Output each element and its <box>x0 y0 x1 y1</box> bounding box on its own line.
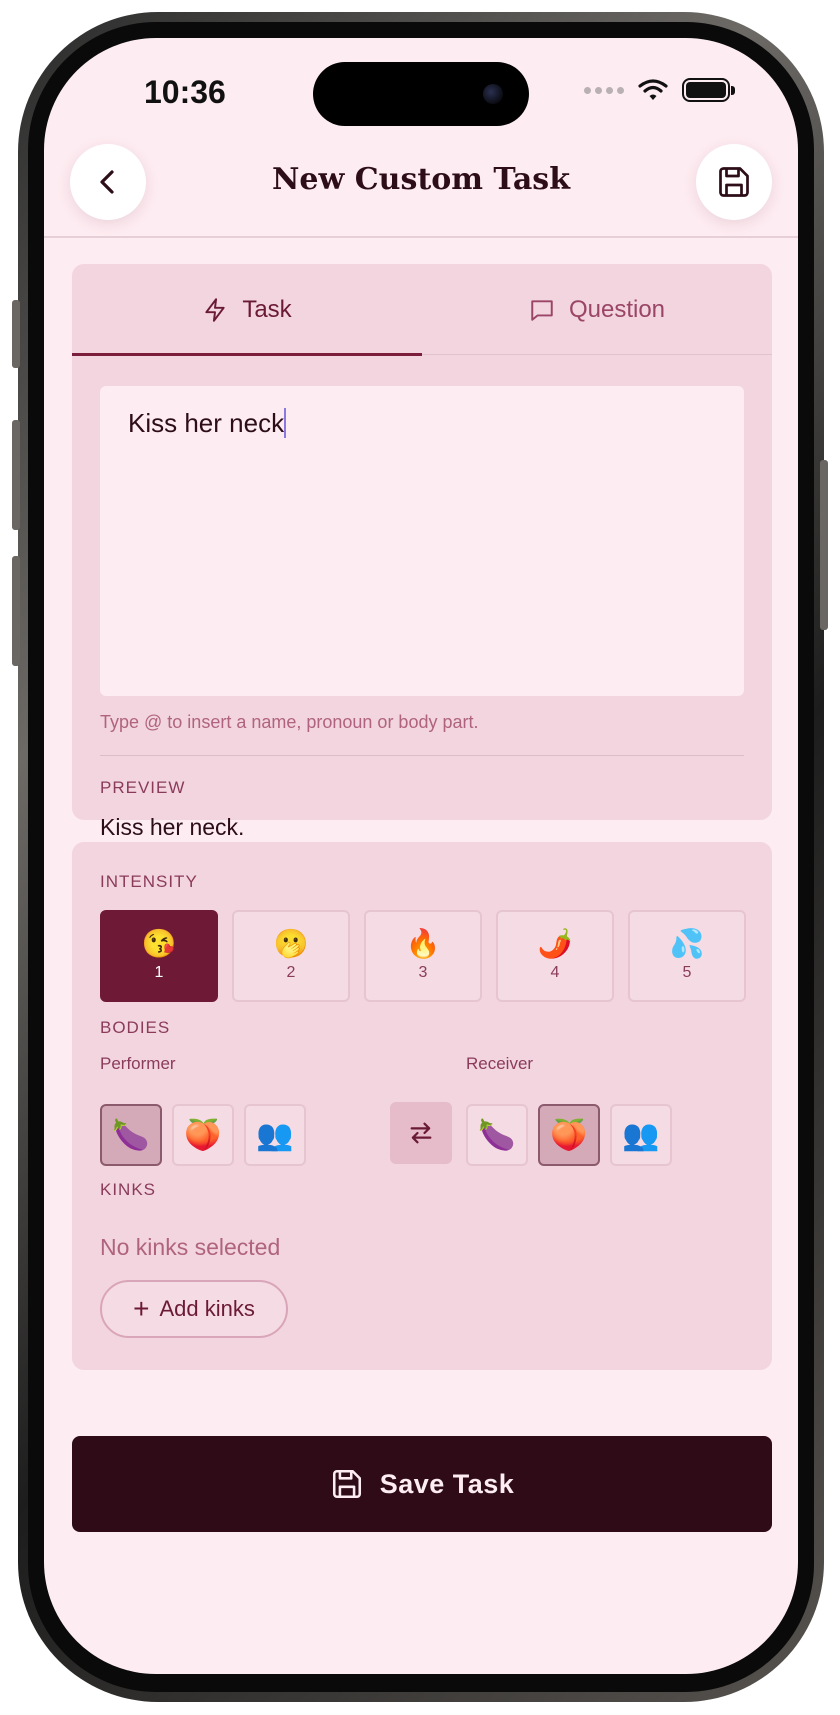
status-time: 10:36 <box>144 74 226 110</box>
hand-over-mouth-icon: 🫢 <box>273 928 309 959</box>
battery-icon <box>682 78 735 102</box>
tab-divider <box>422 354 772 355</box>
save-task-button[interactable]: Save Task <box>72 1436 772 1532</box>
receiver-option-any[interactable]: 👥 <box>610 1104 672 1166</box>
add-kinks-label: Add kinks <box>159 1296 255 1321</box>
intensity-option-4[interactable]: 🌶️ 4 <box>496 910 614 1002</box>
floppy-disk-icon <box>719 167 749 197</box>
save-task-label: Save Task <box>379 1468 515 1499</box>
volume-up-button <box>12 420 20 530</box>
action-button <box>12 300 20 368</box>
speech-bubble-icon <box>531 300 553 321</box>
receiver-options: 🍆 🍑 👥 <box>466 1104 672 1166</box>
intensity-number: 1 <box>154 964 164 981</box>
header-divider <box>44 236 798 238</box>
intensity-number: 5 <box>682 964 692 981</box>
intensity-option-1[interactable]: 😘 1 <box>100 910 218 1002</box>
intensity-label: INTENSITY <box>100 872 198 891</box>
intensity-option-5[interactable]: 💦 5 <box>628 910 746 1002</box>
intensity-selector: 😘 1 🫢 2 🔥 3 🌶️ 4 💦 5 <box>100 910 746 1002</box>
peach-icon: 🍑 <box>550 1118 588 1152</box>
wifi-icon <box>638 79 668 100</box>
kinks-empty-text: No kinks selected <box>100 1234 281 1260</box>
receiver-option-eggplant[interactable]: 🍆 <box>466 1104 528 1166</box>
fire-icon: 🔥 <box>405 928 441 959</box>
bodies-label: BODIES <box>100 1018 171 1037</box>
intensity-number: 2 <box>286 964 296 981</box>
kiss-face-icon: 😘 <box>141 928 177 959</box>
signal-icon <box>584 86 624 94</box>
active-tab-indicator <box>72 353 422 356</box>
text-cursor <box>284 408 287 438</box>
tab-question-label: Question <box>568 296 666 323</box>
intensity-number: 3 <box>418 964 428 981</box>
plus-icon: + <box>133 1293 150 1324</box>
task-settings-card: INTENSITY 😘 1 🫢 2 🔥 3 🌶️ 4 💦 5 BODIES Pe… <box>72 842 772 1370</box>
swap-roles-button[interactable] <box>390 1102 452 1164</box>
swap-arrows-icon <box>410 1122 432 1144</box>
kinks-label: KINKS <box>100 1180 157 1199</box>
power-button <box>820 460 828 630</box>
lightning-icon <box>205 298 225 322</box>
intensity-option-2[interactable]: 🫢 2 <box>232 910 350 1002</box>
volume-down-button <box>12 556 20 666</box>
performer-option-peach[interactable]: 🍑 <box>172 1104 234 1166</box>
status-indicators <box>584 78 735 102</box>
type-tabs: Task Question <box>72 264 772 356</box>
eggplant-icon: 🍆 <box>478 1118 516 1152</box>
performer-label: Performer <box>100 1054 176 1073</box>
dynamic-island <box>313 62 529 126</box>
tab-task-label: Task <box>242 296 292 323</box>
performer-option-eggplant[interactable]: 🍆 <box>100 1104 162 1166</box>
performer-option-any[interactable]: 👥 <box>244 1104 306 1166</box>
floppy-disk-icon <box>332 1469 361 1499</box>
receiver-option-peach[interactable]: 🍑 <box>538 1104 600 1166</box>
tab-task[interactable]: Task <box>72 264 422 356</box>
task-text-value: Kiss her neck <box>128 408 285 438</box>
helper-text: Type @ to insert a name, pronoun or body… <box>100 712 479 732</box>
intensity-option-3[interactable]: 🔥 3 <box>364 910 482 1002</box>
preview-divider <box>100 755 744 756</box>
task-editor-card: Task Question Kiss her neck Type @ to in… <box>72 264 772 840</box>
performer-options: 🍆 🍑 👥 <box>100 1104 306 1166</box>
front-camera <box>483 84 503 104</box>
task-text-input[interactable]: Kiss her neck <box>100 386 744 696</box>
sweat-droplets-icon: 💦 <box>669 928 705 959</box>
preview-text: Kiss her neck. <box>100 814 245 840</box>
intensity-number: 4 <box>550 964 560 981</box>
app-screen: 10:36 New Custom Task Task Question Kiss… <box>44 38 798 1674</box>
add-kinks-button[interactable]: + Add kinks <box>100 1280 288 1338</box>
preview-label: PREVIEW <box>100 778 186 797</box>
two-people-icon: 👥 <box>256 1118 294 1152</box>
peach-icon: 🍑 <box>184 1118 222 1152</box>
chili-pepper-icon: 🌶️ <box>537 928 573 959</box>
receiver-label: Receiver <box>466 1054 534 1073</box>
tab-question[interactable]: Question <box>422 264 772 356</box>
eggplant-icon: 🍆 <box>112 1118 150 1152</box>
page-title: New Custom Task <box>272 162 570 197</box>
header-save-button[interactable] <box>696 144 772 220</box>
two-people-icon: 👥 <box>622 1118 660 1152</box>
